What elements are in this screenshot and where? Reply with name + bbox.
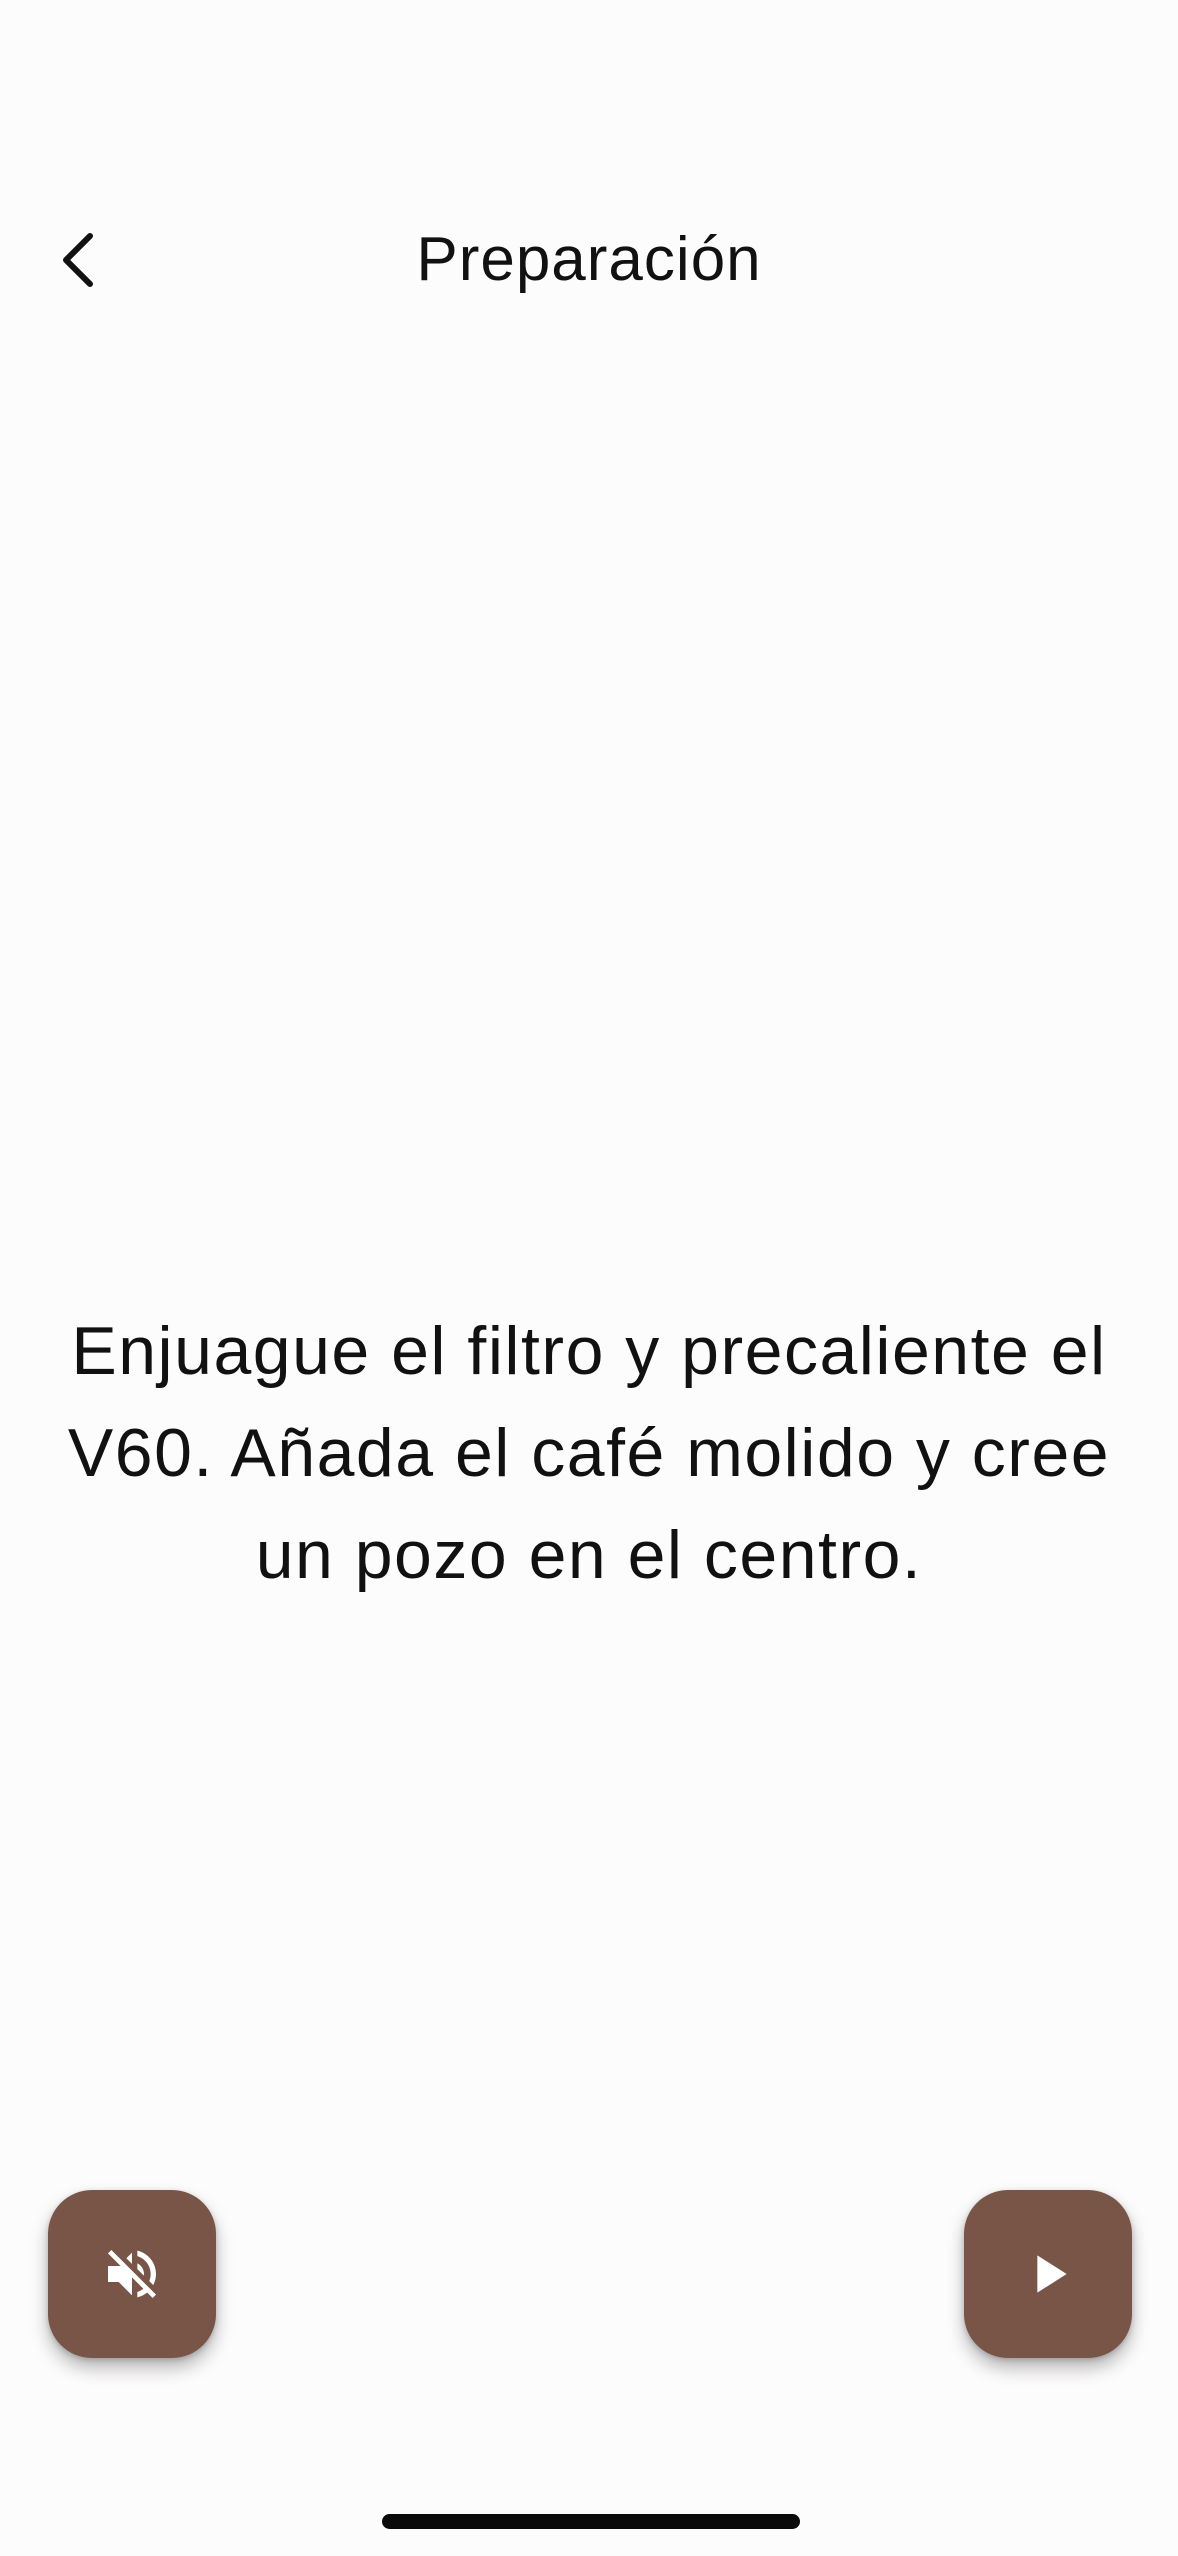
chevron-left-icon bbox=[63, 233, 93, 287]
instruction-container: Enjuague el filtro y precaliente el V60.… bbox=[40, 1300, 1138, 1606]
home-indicator[interactable] bbox=[382, 2514, 800, 2529]
instruction-text: Enjuague el filtro y precaliente el V60.… bbox=[67, 1313, 1111, 1593]
play-button[interactable] bbox=[964, 2190, 1132, 2358]
mute-button[interactable] bbox=[48, 2190, 216, 2358]
play-icon bbox=[1037, 2255, 1067, 2293]
back-button[interactable] bbox=[20, 200, 140, 320]
volume-off-icon bbox=[108, 2250, 156, 2298]
app-bar: Preparación bbox=[0, 180, 1178, 340]
page-title: Preparación bbox=[416, 225, 762, 294]
